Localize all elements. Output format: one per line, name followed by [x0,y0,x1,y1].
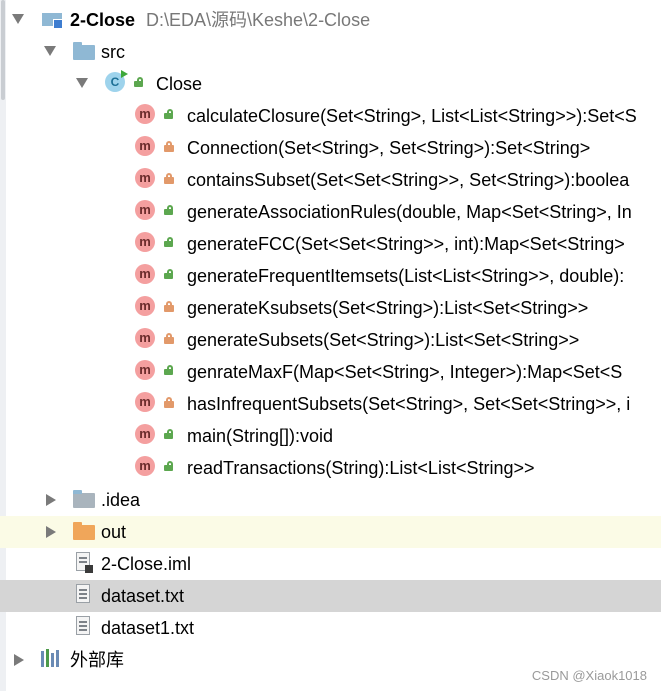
private-access-icon [164,301,174,312]
tree-row-method[interactable]: m main(String[]):void [0,420,661,452]
project-path: D:\EDA\源码\Keshe\2-Close [146,10,371,30]
src-label: src [101,42,125,62]
tree-row-method[interactable]: m generateFrequentItemsets(List<List<Stri… [0,260,661,292]
iml-file-icon [76,552,93,573]
tree-row-file[interactable]: dataset1.txt [0,612,661,644]
tree-row-src[interactable]: src [0,36,661,68]
method-label: generateAssociationRules(double, Map<Set… [187,202,632,222]
run-marker-icon [121,70,128,78]
tree-row-file-selected[interactable]: dataset.txt [0,580,661,612]
method-label: calculateClosure(Set<String>, List<List<… [187,106,637,126]
method-icon: m [135,392,155,412]
out-label: out [101,522,127,542]
public-access-icon [164,461,174,471]
project-name: 2-Close [70,10,136,30]
private-access-icon [164,397,174,408]
watermark: CSDN @Xiaok1018 [531,668,647,683]
expand-arrow-icon[interactable] [12,14,24,24]
method-label: generateSubsets(Set<String>):List<Set<St… [187,330,580,350]
method-icon: m [135,456,155,476]
private-access-icon [164,173,174,184]
tree-row-method[interactable]: m generateKsubsets(Set<String>):List<Set<… [0,292,661,324]
public-access-icon [164,109,174,119]
text-file-icon [76,616,90,635]
method-icon: m [135,136,155,156]
method-icon: m [135,264,155,284]
tree-row-method[interactable]: m calculateClosure(Set<String>, List<List… [0,100,661,132]
tree-row-idea[interactable]: .idea [0,484,661,516]
library-icon [41,649,63,667]
tree-row-file[interactable]: 2-Close.iml [0,548,661,580]
external-libraries-label: 外部库 [70,650,124,670]
method-icon: m [135,360,155,380]
public-access-icon [164,237,174,247]
private-access-icon [164,141,174,152]
method-icon: m [135,104,155,124]
collapse-arrow-icon[interactable] [46,494,56,506]
tree-row-method[interactable]: m hasInfrequentSubsets(Set<String>, Set<S… [0,388,661,420]
method-icon: m [135,168,155,188]
method-label: genrateMaxF(Map<Set<String>, Integer>):M… [187,362,623,382]
tree-row-method[interactable]: m containsSubset(Set<Set<String>>, Set<St… [0,164,661,196]
method-icon: m [135,424,155,444]
method-label: readTransactions(String):List<List<Strin… [187,458,535,478]
project-tree: 2-Close D:\EDA\源码\Keshe\2-Close src C Cl… [0,4,661,676]
expand-arrow-icon[interactable] [76,78,88,88]
method-icon: m [135,328,155,348]
class-label: Close [156,74,203,94]
public-access-icon [164,205,174,215]
tree-row-method[interactable]: m generateAssociationRules(double, Map<Se… [0,196,661,228]
tree-row-method[interactable]: m readTransactions(String):List<List<Stri… [0,452,661,484]
tree-row-class[interactable]: C Close [0,68,661,100]
module-folder-icon [42,9,64,29]
public-access-icon [164,429,174,439]
method-label: generateFCC(Set<Set<String>>, int):Map<S… [187,234,625,254]
public-access-icon [164,269,174,279]
method-label: main(String[]):void [187,426,334,446]
collapse-arrow-icon[interactable] [46,526,56,538]
excluded-folder-icon [73,522,95,540]
public-access-icon [164,365,174,375]
file-label: dataset1.txt [101,618,195,638]
method-label: generateKsubsets(Set<String>):List<Set<S… [187,298,589,318]
expand-arrow-icon[interactable] [44,46,56,56]
text-file-icon [76,584,90,603]
method-icon: m [135,296,155,316]
source-folder-icon [73,42,95,60]
file-label: dataset.txt [101,586,185,606]
tree-row-method[interactable]: m generateFCC(Set<Set<String>>, int):Map<… [0,228,661,260]
public-access-icon [134,77,144,87]
collapse-arrow-icon[interactable] [14,654,24,666]
method-label: Connection(Set<String>, Set<String>):Set… [187,138,591,158]
tree-row-method[interactable]: m generateSubsets(Set<String>):List<Set<S… [0,324,661,356]
method-label: hasInfrequentSubsets(Set<String>, Set<Se… [187,394,631,414]
method-label: containsSubset(Set<Set<String>>, Set<Str… [187,170,630,190]
tree-row-method[interactable]: m Connection(Set<String>, Set<String>):Se… [0,132,661,164]
folder-icon [73,490,95,508]
tree-row-out[interactable]: out [0,516,661,548]
idea-label: .idea [101,490,141,510]
method-label: generateFrequentItemsets(List<List<Strin… [187,266,625,286]
method-icon: m [135,232,155,252]
method-icon: m [135,200,155,220]
tree-row-method[interactable]: m genrateMaxF(Map<Set<String>, Integer>):… [0,356,661,388]
tree-row-project[interactable]: 2-Close D:\EDA\源码\Keshe\2-Close [0,4,661,36]
private-access-icon [164,333,174,344]
file-label: 2-Close.iml [101,554,192,574]
